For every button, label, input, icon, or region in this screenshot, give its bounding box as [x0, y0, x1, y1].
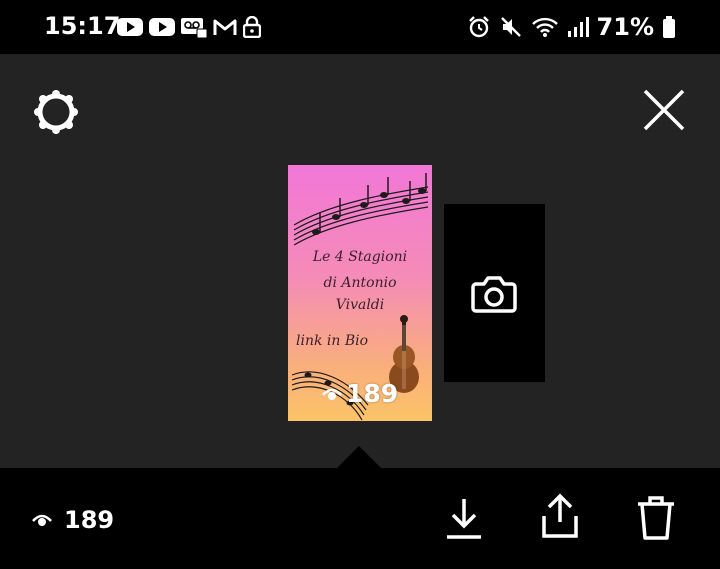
lock-icon: [243, 16, 261, 38]
thumbnail-text-line: link in Bio: [296, 333, 369, 349]
story-thumbnail[interactable]: Le 4 Stagioni di Antonio Vivaldi link in…: [288, 165, 432, 421]
camera-icon: [471, 276, 517, 313]
settings-button[interactable]: [30, 86, 82, 138]
gmail-icon: [213, 19, 237, 35]
download-button[interactable]: [440, 492, 488, 544]
alarm-icon: [468, 16, 489, 38]
view-count-text: 189: [64, 506, 115, 534]
status-bar: 15:17 71%: [0, 0, 720, 54]
voicemail-icon: [181, 18, 207, 38]
download-icon: [447, 499, 481, 539]
add-story-camera-tile[interactable]: [444, 204, 545, 382]
gear-icon: [34, 90, 78, 134]
delete-button[interactable]: [632, 492, 680, 544]
trash-icon: [638, 496, 674, 540]
battery-icon: [663, 16, 675, 38]
signal-icon: [567, 17, 589, 37]
eye-icon: [322, 388, 342, 400]
mute-icon: [500, 17, 521, 37]
thumbnail-views-text: 189: [346, 379, 399, 408]
wifi-icon: [531, 17, 558, 37]
thumbnail-text-line: di Antonio: [323, 275, 397, 291]
youtube-icon: [117, 18, 143, 36]
share-icon: [542, 493, 578, 538]
thumbnail-text-line: Le 4 Stagioni: [312, 249, 408, 265]
close-button[interactable]: [638, 84, 690, 136]
status-time: 15:17: [44, 12, 121, 40]
status-right-icons: 71%: [467, 13, 676, 41]
battery-percent: 71%: [596, 13, 654, 41]
selected-pointer: [337, 446, 381, 468]
thumbnail-text-line: Vivaldi: [335, 297, 385, 313]
close-icon: [643, 89, 685, 131]
eye-icon: [32, 514, 52, 526]
view-count[interactable]: 189: [32, 506, 114, 534]
youtube-icon: [149, 18, 175, 36]
thumbnail-view-count: 189: [322, 379, 398, 408]
share-button[interactable]: [536, 490, 584, 542]
status-left-icons: [117, 14, 261, 40]
